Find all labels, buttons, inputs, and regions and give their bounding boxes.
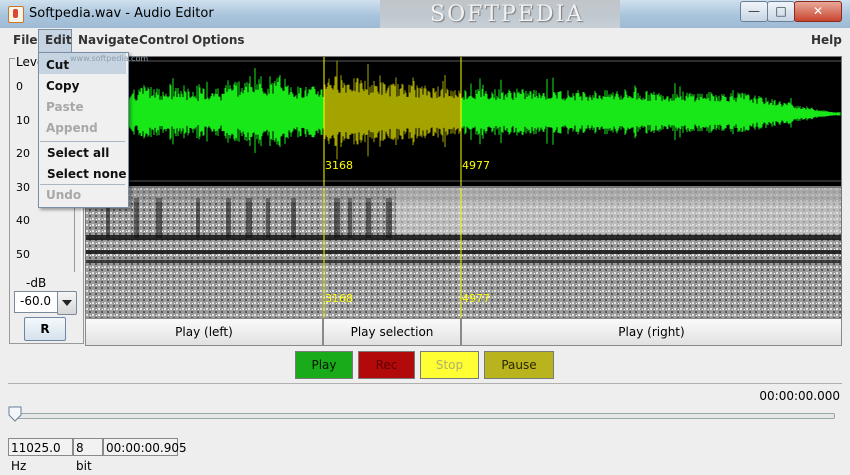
pause-button[interactable]: Pause xyxy=(484,351,554,379)
spectrogram-marker-end-label: 4977 xyxy=(462,292,490,305)
status-sample-rate: 11025.0 Hz xyxy=(8,438,73,473)
menu-edit[interactable]: Edit xyxy=(45,33,72,47)
time-readout: 00:00:00.000 xyxy=(759,389,840,403)
menu-help[interactable]: Help xyxy=(811,33,842,47)
level-scale-label: 20 xyxy=(16,147,30,160)
spectrogram-streak xyxy=(196,198,200,238)
separator xyxy=(8,383,842,384)
play-left-button[interactable]: Play (left) xyxy=(85,318,323,346)
level-scale-label: 50 xyxy=(16,248,30,261)
spectrogram-streak xyxy=(291,198,296,238)
spectrogram-streak xyxy=(366,198,371,238)
spectrogram-band xyxy=(86,250,841,254)
level-scale-label: 0 xyxy=(16,80,23,93)
softpedia-watermark: SOFTPEDIA xyxy=(430,2,585,27)
spectrogram-streak xyxy=(156,198,162,238)
waveform-signal xyxy=(85,60,841,160)
play-selection-button[interactable]: Play selection xyxy=(323,318,461,346)
level-scale-label: 30 xyxy=(16,181,30,194)
waveform-view[interactable]: 3168 4977 xyxy=(85,56,842,187)
record-button[interactable]: Rec xyxy=(358,351,415,379)
waveform-canvas: 3168 4977 xyxy=(85,57,841,186)
db-threshold-value: -60.0 xyxy=(20,294,52,308)
selection-end-label: 4977 xyxy=(462,159,490,172)
spectrogram-streak xyxy=(226,198,231,238)
spectrogram-band xyxy=(86,188,841,202)
menu-item-select-all[interactable]: Select all xyxy=(47,146,109,160)
spectrogram-streak xyxy=(386,198,392,238)
reset-level-button[interactable]: R xyxy=(24,317,66,341)
spectrogram-streak xyxy=(348,198,352,238)
play-button[interactable]: Play xyxy=(295,351,353,379)
menu-separator xyxy=(40,141,125,142)
spectrogram-canvas: 3168 4977 xyxy=(86,188,841,318)
spectrogram-marker-start-label: 3168 xyxy=(325,292,353,305)
position-slider[interactable] xyxy=(15,413,835,419)
stop-button[interactable]: Stop xyxy=(420,351,479,379)
spectrogram-streak xyxy=(134,198,139,238)
java-app-icon xyxy=(8,6,24,23)
menu-item-select-none[interactable]: Select none xyxy=(47,167,127,181)
close-button[interactable]: ✕ xyxy=(794,1,842,22)
menu-file[interactable]: File xyxy=(13,33,38,47)
menu-item-append[interactable]: Append xyxy=(46,121,98,135)
status-duration: 00:00:00.905 xyxy=(103,438,187,456)
menu-watermark: www.softpedia.com xyxy=(70,54,149,63)
play-right-button[interactable]: Play (right) xyxy=(461,318,842,346)
spectrogram-band xyxy=(86,260,841,263)
menu-separator xyxy=(40,184,125,185)
db-unit-label: -dB xyxy=(26,276,47,290)
menu-item-cut[interactable]: Cut xyxy=(46,58,69,72)
menu-navigate[interactable]: Navigate xyxy=(78,33,139,47)
menu-item-paste[interactable]: Paste xyxy=(46,100,84,114)
slider-thumb[interactable] xyxy=(8,406,22,422)
status-bit-depth: 8 bit xyxy=(73,438,103,473)
menu-item-undo[interactable]: Undo xyxy=(46,188,81,202)
selection-start-label: 3168 xyxy=(325,159,353,172)
spectrogram-band xyxy=(86,235,841,240)
level-scale-label: 40 xyxy=(16,214,30,227)
window-title: Softpedia.wav - Audio Editor xyxy=(29,6,214,21)
menu-control[interactable]: Control xyxy=(139,33,189,47)
menu-options[interactable]: Options xyxy=(192,33,245,47)
level-scale-label: 10 xyxy=(16,114,30,127)
minimize-button[interactable]: — xyxy=(740,1,768,22)
spectrogram-streak xyxy=(334,198,340,238)
menu-item-copy[interactable]: Copy xyxy=(46,79,79,93)
chevron-down-icon[interactable] xyxy=(57,291,77,315)
spectrogram-view[interactable]: 3168 4977 xyxy=(85,187,842,319)
spectrogram-streak xyxy=(246,198,252,238)
maximize-button[interactable]: □ xyxy=(767,1,795,22)
spectrogram-streak xyxy=(266,198,270,238)
